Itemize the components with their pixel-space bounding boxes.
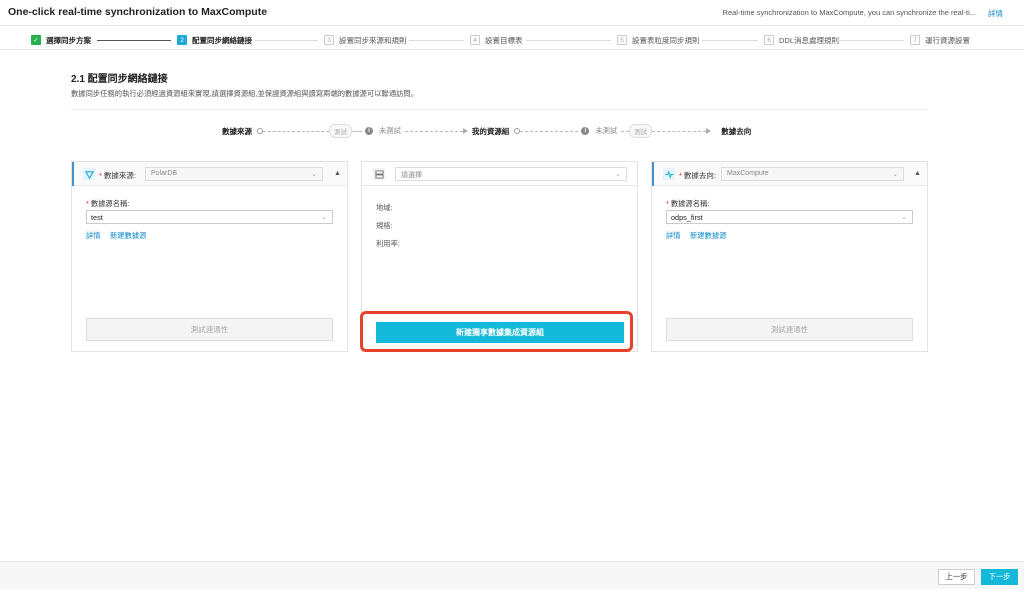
flow-dash [652,130,707,132]
flow-resource-label: 我的資源組 [471,126,510,136]
datasource-name-select[interactable]: odps_first ⌄ [666,210,913,224]
step-label: 運行資源設置 [925,35,970,45]
chevron-down-icon: ⌄ [615,171,621,178]
flow-dash [621,130,630,132]
arrow-right-icon [462,128,468,134]
test-source-pill[interactable]: 測試 [329,124,352,138]
untested-status: 未測試 [379,126,401,135]
resource-group-select[interactable]: 請選擇 ⌄ [395,167,627,181]
source-type-select[interactable]: PolarDB ⌄ [145,167,323,181]
datasource-name-select[interactable]: test ⌄ [86,210,333,224]
step-3[interactable]: 3 設置同步來源和規則 [324,34,407,46]
resource-card-header: 請選擇 ⌄ [362,162,637,186]
step-2[interactable]: 2 配置同步網絡鏈接 [177,34,252,46]
step-number: 7 [910,35,920,45]
test-connectivity-button[interactable]: 測試連通性 [86,318,333,341]
flow-dash [404,130,463,132]
steps-bar: ✓ 選擇同步方案 2 配置同步網絡鏈接 3 設置同步來源和規則 4 設置目標表 … [0,28,1024,50]
collapse-toggle[interactable]: ▲ [914,170,921,177]
details-link[interactable]: 詳情 [666,231,681,241]
target-type-label: * 數據去向: [679,171,717,180]
chevron-down-icon: ⌄ [901,214,907,221]
chevron-down-icon: ⌄ [311,171,317,178]
step-label: 配置同步網絡鏈接 [192,35,252,45]
region-label: 地域: [376,203,393,212]
new-datasource-link[interactable]: 新建數據源 [110,231,146,241]
flow-dash [520,130,579,132]
notice-details-link[interactable]: 詳情 [988,8,1003,19]
step-label: 設置同步來源和規則 [339,35,407,45]
test-connectivity-button[interactable]: 測試連通性 [666,318,913,341]
next-step-button[interactable]: 下一步 [981,569,1018,585]
datasource-name-label: * 數據源名稱: [86,199,130,208]
step-number: 4 [470,35,480,45]
step-label: 選擇同步方案 [46,35,91,45]
source-type-label: * 數據來源: [99,171,137,180]
select-value: PolarDB [151,170,178,177]
select-value: MaxCompute [727,170,769,177]
step-label: 設置表粒度同步規則 [632,35,700,45]
new-datasource-link[interactable]: 新建數據源 [690,231,726,241]
footer-bar [0,561,1024,589]
flow-dash [263,130,329,132]
select-placeholder: 請選擇 [401,172,422,179]
step-4[interactable]: 4 設置目標表 [470,34,523,46]
select-value: test [91,213,103,222]
untested-status: 未測試 [595,126,618,135]
target-type-select[interactable]: MaxCompute ⌄ [721,167,904,181]
section-title: 2.1 配置同步網絡鏈接 [71,74,168,85]
page-title: One-click real-time synchronization to M… [8,6,268,18]
test-target-pill[interactable]: 測試 [629,124,653,138]
source-card-header: * 數據來源: PolarDB ⌄ ▲ [72,162,347,186]
chevron-down-icon: ⌄ [321,214,327,221]
step-connector [97,40,171,41]
server-icon [373,168,385,180]
step-1[interactable]: ✓ 選擇同步方案 [31,34,91,46]
step-number: 3 [324,35,334,45]
usage-label: 利用率: [376,239,400,248]
accent-bar [72,162,74,186]
step-label: DDL消息處理規則 [779,35,840,45]
step-connector [838,40,904,41]
previous-step-button[interactable]: 上一步 [938,569,975,585]
step-connector [409,40,464,41]
connection-flow: 數據來源 測試 i 未測試 我的資源組 i 未測試 測試 數據去向 [222,124,752,138]
step-6[interactable]: 6 DDL消息處理規則 [764,34,839,46]
step-7[interactable]: 7 運行資源設置 [910,34,970,46]
source-card: * 數據來源: PolarDB ⌄ ▲ * 數據源名稱: test ⌄ 詳情 新建數… [71,161,348,352]
accent-bar [652,162,654,186]
step-connector [255,40,318,41]
step-label: 設置目標表 [485,35,523,45]
datasource-name-label: * 數據源名稱: [666,199,710,208]
flow-source-label: 數據來源 [222,126,252,136]
step-5[interactable]: 5 設置表粒度同步規則 [617,34,700,46]
flow-target-label: 數據去向 [721,126,752,136]
flow-dash [352,130,362,132]
pulse-icon [663,168,675,180]
target-card: * 數據去向: MaxCompute ⌄ ▲ * 數據源名稱: odps_first… [651,161,928,352]
step-number: 6 [764,35,774,45]
info-icon: i [365,127,373,135]
step-connector [526,40,611,41]
step-connector [702,40,758,41]
collapse-toggle[interactable]: ▲ [334,170,341,177]
step-number: 2 [177,35,187,45]
spec-label: 規格: [376,221,393,230]
details-link[interactable]: 詳情 [86,231,101,241]
info-icon: i [581,127,590,135]
section-description: 數據同步任務的執行必須經過資源組來實現,請選擇資源組,並保證資源組與讀寫兩端的數… [71,89,419,98]
arrow-right-icon [706,128,712,134]
page-header: One-click real-time synchronization to M… [0,0,1024,26]
chevron-down-icon: ⌄ [892,171,898,178]
step-number: 5 [617,35,627,45]
create-resource-group-button[interactable]: 新建獨享數據集成資源組 [376,322,624,343]
divider [71,109,927,110]
header-notice: Real-time synchronization to MaxCompute,… [722,8,976,17]
database-icon [83,168,95,180]
check-icon: ✓ [31,35,41,45]
target-card-header: * 數據去向: MaxCompute ⌄ ▲ [652,162,927,186]
select-value: odps_first [671,213,703,222]
